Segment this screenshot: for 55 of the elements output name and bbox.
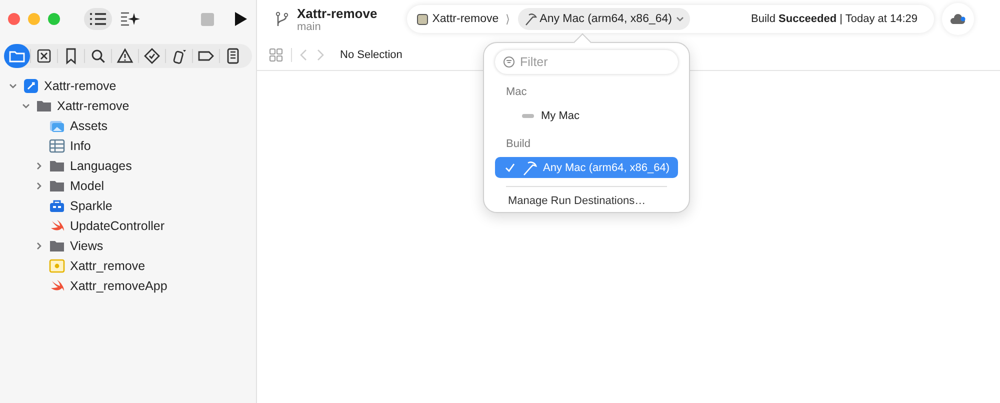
file-name[interactable]: UpdateController: [70, 219, 164, 233]
file-name[interactable]: Xattr-remove: [44, 79, 116, 93]
search-icon: [89, 47, 107, 65]
manage-destinations-item[interactable]: Manage Run Destinations…: [495, 195, 678, 207]
folder-icon: [49, 158, 65, 174]
path-separator: ⟩: [506, 13, 511, 26]
image-stack-icon: [49, 118, 65, 134]
branch-icon: [275, 11, 289, 27]
chevron-right-icon: [34, 241, 44, 251]
back-icon: [300, 49, 308, 61]
file-name[interactable]: Views: [70, 239, 104, 253]
section-heading: Build: [506, 138, 532, 152]
sparkle-button[interactable]: [120, 10, 140, 28]
cloud-button[interactable]: [942, 3, 974, 35]
app-icon: [417, 14, 428, 24]
checkmark-icon: [505, 162, 515, 172]
run-button[interactable]: [234, 11, 248, 27]
file-name[interactable]: Model: [70, 179, 104, 193]
destination-selector[interactable]: Any Mac (arm64, x86_64): [518, 8, 690, 30]
file-name[interactable]: Xattr_remove: [70, 259, 146, 273]
toolbox-icon: [49, 198, 65, 214]
folder-icon: [49, 238, 65, 254]
table-icon: [49, 138, 65, 154]
close-button[interactable]: [8, 13, 20, 25]
build-status: Build Succeeded | Today at 14:29: [750, 13, 918, 25]
play-icon: [234, 11, 248, 27]
folder-icon: [49, 178, 65, 194]
file-name[interactable]: Info: [70, 139, 91, 153]
project-title: Xattr-remove: [297, 6, 378, 20]
chevron-down-icon: [674, 14, 685, 24]
grid-icon: [269, 48, 283, 62]
scheme-selector[interactable]: Xattr-remove: [417, 13, 499, 25]
sidebar-toggle-button[interactable]: [84, 8, 112, 30]
sparkle-icon: [120, 10, 140, 28]
jump-bar-text: No Selection: [340, 49, 402, 61]
filter-icon: [503, 56, 515, 68]
section-heading: Mac: [506, 86, 528, 100]
x-square-icon: [35, 47, 53, 65]
file-name[interactable]: Assets: [70, 119, 108, 133]
diamond-check-icon: [143, 47, 161, 65]
project-icon: [23, 78, 39, 94]
file-name[interactable]: Sparkle: [70, 199, 112, 213]
hammer-icon: [521, 160, 537, 176]
file-name[interactable]: Xattr_removeApp: [70, 279, 168, 293]
hammer-icon: [522, 12, 537, 26]
destination-item[interactable]: My Mac: [495, 105, 678, 126]
file-name[interactable]: Languages: [70, 159, 132, 173]
warning-icon: [116, 47, 134, 65]
cloud-icon: [950, 13, 966, 25]
list-icon: [89, 12, 107, 26]
file-name[interactable]: Xattr-remove: [57, 99, 130, 113]
branch-name: main: [297, 20, 322, 32]
folder-icon: [36, 98, 52, 114]
certificate-icon: [49, 258, 65, 274]
forward-icon: [316, 49, 324, 61]
